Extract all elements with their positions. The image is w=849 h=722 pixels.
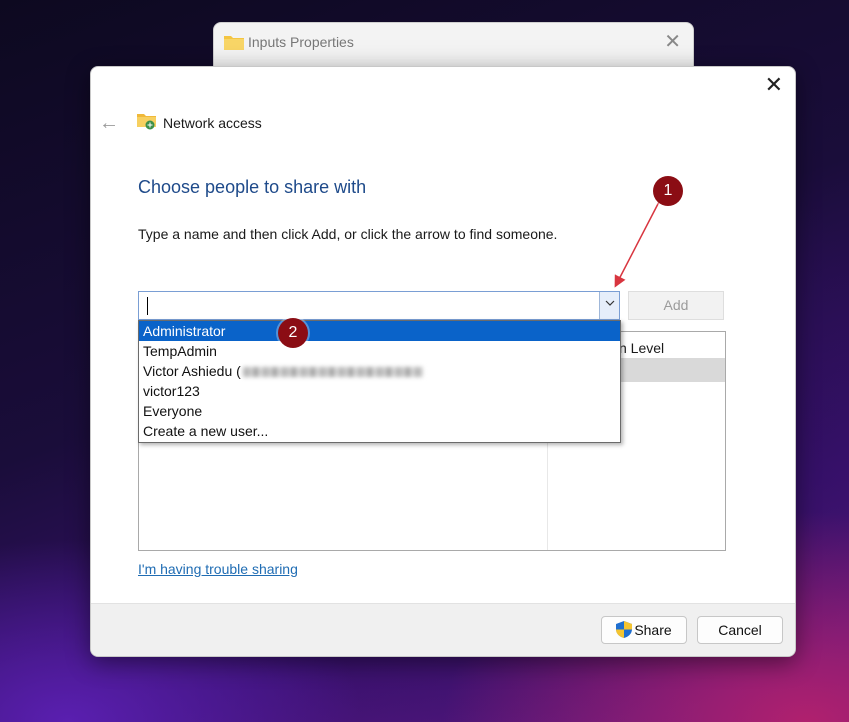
option-label: Victor Ashiedu ( bbox=[143, 363, 241, 379]
add-button[interactable]: Add bbox=[628, 291, 724, 320]
background-window-title: Inputs Properties bbox=[248, 34, 354, 50]
close-icon[interactable]: ✕ bbox=[765, 73, 783, 97]
dropdown-option-victor-ashiedu[interactable]: Victor Ashiedu ( bbox=[139, 361, 620, 381]
network-folder-icon bbox=[137, 112, 157, 135]
chevron-down-icon[interactable] bbox=[599, 292, 619, 319]
close-icon[interactable]: ✕ bbox=[664, 29, 681, 54]
folder-icon bbox=[224, 34, 244, 55]
uac-shield-icon bbox=[616, 621, 633, 638]
dialog-header-title: Network access bbox=[163, 115, 262, 131]
text-caret bbox=[147, 297, 148, 315]
share-button[interactable]: Share bbox=[601, 616, 687, 644]
dropdown-option-everyone[interactable]: Everyone bbox=[139, 401, 620, 421]
blurred-email bbox=[242, 367, 423, 378]
network-access-dialog: ✕ ← Network access Choose people to shar… bbox=[90, 66, 796, 657]
user-dropdown-list[interactable]: Administrator TempAdmin Victor Ashiedu (… bbox=[138, 320, 621, 443]
trouble-sharing-link[interactable]: I'm having trouble sharing bbox=[138, 561, 298, 577]
dropdown-option-victor123[interactable]: victor123 bbox=[139, 381, 620, 401]
back-arrow-icon[interactable]: ← bbox=[99, 112, 119, 135]
permission-level-header[interactable]: n Level bbox=[619, 340, 664, 356]
annotation-badge-1: 1 bbox=[653, 176, 683, 206]
dropdown-option-tempadmin[interactable]: TempAdmin bbox=[139, 341, 620, 361]
name-combobox[interactable] bbox=[138, 291, 620, 320]
page-title: Choose people to share with bbox=[138, 177, 367, 197]
instruction-text: Type a name and then click Add, or click… bbox=[138, 226, 558, 242]
share-label: Share bbox=[634, 622, 672, 638]
cancel-button[interactable]: Cancel bbox=[697, 616, 783, 644]
dialog-footer: Share Cancel bbox=[91, 603, 795, 656]
annotation-badge-2: 2 bbox=[278, 318, 308, 348]
dropdown-option-administrator[interactable]: Administrator bbox=[139, 321, 620, 341]
dropdown-option-create-user[interactable]: Create a new user... bbox=[139, 421, 620, 441]
